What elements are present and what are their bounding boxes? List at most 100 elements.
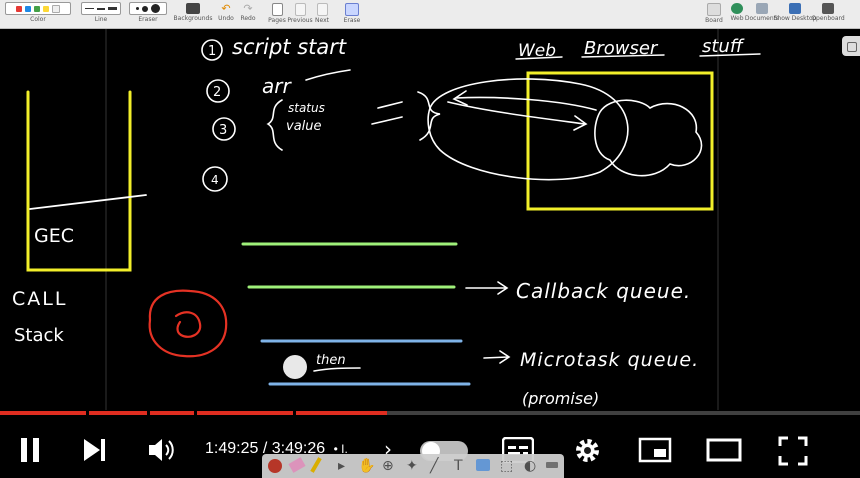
chapter-marker [293,411,296,415]
queue-lines [241,242,471,386]
eraser-tool[interactable]: Eraser [128,0,168,28]
zoom-icon[interactable]: ⊕ [382,458,394,474]
status-text: status [288,101,325,115]
line-thick-icon[interactable] [108,7,118,10]
board-icon [707,3,721,16]
eraser-label: Eraser [138,16,158,23]
skip-next-icon[interactable] [82,437,108,463]
eraser-small-icon[interactable] [136,7,139,10]
promise-text: (promise) [522,389,599,408]
pages-icon [271,3,283,16]
undo-label: Undo [218,15,234,22]
event-loop-outer-circle [148,289,228,358]
select-tool-icon[interactable]: ⬚ [500,458,513,474]
previous-page-icon [294,3,306,16]
pen-icon[interactable] [310,457,322,473]
web-text: Web [518,41,556,61]
fullscreen-icon[interactable] [778,436,808,466]
value-text: value [286,119,322,134]
eraser-size-selector[interactable] [129,2,167,15]
pages-button[interactable]: Pages [268,0,286,28]
web-button[interactable]: Web [728,0,746,28]
call-text: CALL [12,288,67,310]
text-tool-icon[interactable]: T [454,458,463,474]
eraser-large-icon[interactable] [151,4,160,13]
callback-queue-arrow [465,281,509,295]
swatch-green[interactable] [34,5,40,12]
openboard-label: Openboard [811,15,845,22]
pause-icon[interactable] [18,435,42,465]
show-desktop-label: Show Desktop [773,15,817,22]
line-tool-icon[interactable]: ╱ [430,458,438,474]
line-tool[interactable]: Line [80,0,122,28]
redo-icon: ↷ [243,2,253,15]
swatch-yellow[interactable] [43,5,49,12]
board-label: Board [705,17,723,24]
theater-mode-icon[interactable] [706,438,742,462]
laser-pointer-icon[interactable]: ✦ [406,458,418,474]
then-text: then [316,353,346,368]
gec-text: GEC [34,225,74,247]
eraser-medium-icon[interactable] [142,5,148,12]
desktop-icon [789,3,801,14]
chapter-marker [194,411,197,415]
web-label: Web [730,15,744,22]
step-4-number: 4 [211,173,219,187]
pen-tools-dock: ▸ ✋ ⊕ ✦ ╱ T ⬚ ◐ [262,454,564,478]
erase-button[interactable]: Erase [342,0,362,28]
miniplayer-icon[interactable] [638,437,672,463]
current-time: 1:49:25 [205,440,259,457]
openboard-button[interactable]: Openboard [811,0,845,28]
undo-button[interactable]: ↶ Undo [218,0,234,28]
step-circles [201,39,236,192]
disable-tool-icon[interactable] [268,459,282,473]
documents-button[interactable]: Documents [745,0,779,28]
next-button[interactable]: Next [314,0,330,28]
side-panel-tab[interactable] [842,36,860,56]
app-toolbar: Color Line Eraser Backgrounds ↶ Undo ↷ R… [0,0,860,29]
swatch-red[interactable] [16,5,22,12]
web-browser-box [526,71,714,211]
erase-page-icon [345,3,359,16]
line-thin-icon[interactable] [85,8,94,9]
redo-button[interactable]: ↷ Redo [240,0,256,28]
undo-icon: ↶ [221,2,231,15]
chapter-marker [86,411,89,415]
video-progress-bar[interactable] [0,411,860,415]
then-scribble [283,355,307,379]
capture-icon[interactable] [476,459,490,471]
then-underline [313,367,361,372]
arr-check-mark [305,69,351,81]
color-swatches[interactable] [5,2,71,15]
volume-icon[interactable] [147,436,177,464]
erase-label: Erase [343,17,361,24]
next-page-icon [316,3,328,16]
board-button[interactable]: Board [704,0,724,28]
swatch-white[interactable] [52,4,60,13]
value-dash-bottom [371,116,403,125]
microtask-queue-text: Microtask queue. [520,349,699,371]
show-desktop-button[interactable]: Show Desktop [774,0,816,28]
swatch-blue[interactable] [25,5,31,12]
pointer-icon[interactable]: ▸ [338,458,345,474]
eraser-icon[interactable] [288,457,306,473]
step-1-number: 1 [208,44,216,59]
stack-text: Stack [14,325,64,346]
color-label: Color [30,16,46,23]
chapter-marker [147,411,150,415]
visual-tool-icon[interactable]: ◐ [524,458,536,474]
backgrounds-button[interactable]: Backgrounds [174,0,212,28]
previous-button[interactable]: Previous [287,0,313,28]
color-tool[interactable]: Color [4,0,72,28]
hand-icon[interactable]: ✋ [358,458,375,474]
line-width-selector[interactable] [81,2,121,15]
callback-queue-text: Callback queue. [516,279,691,303]
line-label: Line [94,16,108,23]
backgrounds-icon [186,3,200,14]
line-medium-icon[interactable] [96,7,106,10]
collapse-dock-icon[interactable] [546,462,558,468]
stuff-text: stuff [702,36,745,57]
previous-label: Previous [287,17,313,24]
openboard-icon [822,3,834,14]
gear-icon[interactable] [573,436,602,465]
